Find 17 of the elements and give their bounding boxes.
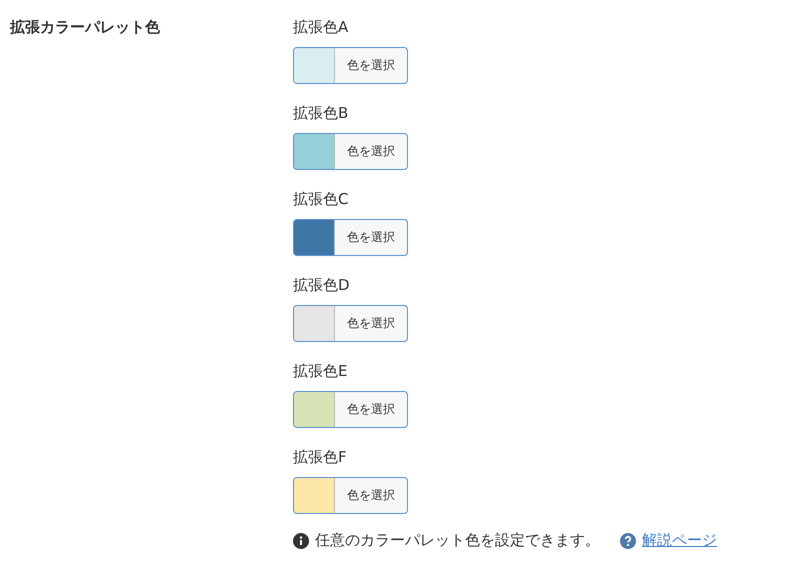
color-picker-button[interactable]: 色を選択	[293, 477, 408, 514]
color-label: 拡張色A	[293, 17, 350, 37]
section-title: 拡張カラーパレット色	[10, 17, 161, 38]
color-picker-button[interactable]: 色を選択	[293, 305, 408, 342]
color-label: 拡張色E	[293, 361, 348, 381]
help-icon	[620, 532, 636, 548]
description-text: 任意のカラーパレット色を設定できます。	[315, 531, 600, 550]
help-link[interactable]: 解説ページ	[642, 531, 717, 550]
color-picker-button[interactable]: 色を選択	[293, 47, 408, 84]
color-picker-button[interactable]: 色を選択	[293, 219, 408, 256]
color-label: 拡張色D	[293, 275, 351, 295]
color-picker-button[interactable]: 色を選択	[293, 133, 408, 170]
color-label: 拡張色F	[293, 447, 348, 467]
color-picker-button[interactable]: 色を選択	[293, 391, 408, 428]
info-icon	[293, 532, 309, 548]
color-label: 拡張色B	[293, 103, 350, 123]
color-label: 拡張色C	[293, 189, 350, 209]
